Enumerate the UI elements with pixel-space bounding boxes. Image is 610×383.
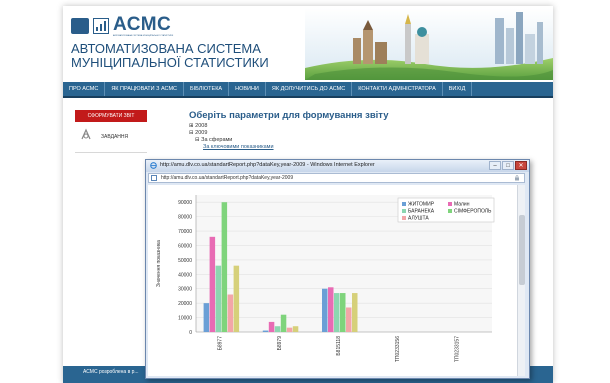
bar <box>346 307 352 332</box>
vertical-scrollbar[interactable] <box>517 185 525 376</box>
generate-report-button[interactable]: СФОРМУВАТИ ЗВІТ <box>75 110 147 122</box>
bar <box>233 265 240 332</box>
tree-node-2009[interactable]: ⊟ 2009 <box>189 130 549 137</box>
tree-node-2008[interactable]: ⊞ 2008 <box>189 123 549 130</box>
x-tick-label: ТП0233157 <box>454 336 460 362</box>
logo-subtitle: АВТОМАТИЗОВАНА СИСТЕМА МУНІЦИПАЛЬНОЇ СТА… <box>113 35 174 37</box>
bar <box>292 326 299 332</box>
nav-item-admin-contacts[interactable]: КОНТАКТИ АДМІНІСТРАТОРА <box>352 82 443 96</box>
popup-title: http://amu.dlv.co.ua/standartReport.php?… <box>160 162 375 168</box>
y-tick-label: 90000 <box>178 200 192 206</box>
x-tick-label: ТП0233156 <box>395 336 401 362</box>
popup-titlebar[interactable]: http://amu.dlv.co.ua/standartReport.php?… <box>146 160 529 172</box>
bar <box>215 265 222 332</box>
city-skyline-image <box>305 8 553 80</box>
y-tick-label: 20000 <box>178 301 192 307</box>
nav-item-how-to-join[interactable]: ЯК ДОЛУЧИТИСЬ ДО АСМС <box>266 82 353 96</box>
bar-chart: 0 10000 20000 30000 40000 50000 60000 70000 8000… <box>156 195 495 362</box>
bar <box>227 294 234 332</box>
minimize-button[interactable]: – <box>489 161 501 170</box>
legend-swatch <box>402 202 406 206</box>
bar <box>334 293 340 332</box>
legend-swatch <box>402 216 406 220</box>
y-tick-label: 80000 <box>178 215 192 221</box>
tree-node-key-indicators[interactable]: За ключовими показниками <box>189 144 549 151</box>
sidebar-item-tasks[interactable]: ЗАВДАННЯ <box>75 126 147 153</box>
y-tick-label: 10000 <box>178 316 192 322</box>
site-title-line-1: АВТОМАТИЗОВАНА СИСТЕМА <box>71 41 261 56</box>
nav-item-news[interactable]: НОВИНИ <box>229 82 266 96</box>
report-popup-window: http://amu.dlv.co.ua/standartReport.php?… <box>145 159 530 379</box>
y-tick-label: 40000 <box>178 272 192 278</box>
bar <box>209 236 216 332</box>
x-tick-label: Б815118 <box>336 336 342 356</box>
y-tick-label: 60000 <box>178 243 192 249</box>
nav-item-how-to-work[interactable]: ЯК ПРАЦЮВАТИ З АСМС <box>105 82 185 96</box>
legend-label: Малин <box>454 202 470 208</box>
bar <box>352 293 358 332</box>
legend-label: СІМФЕРОПОЛЬ <box>454 209 492 215</box>
bar <box>328 287 334 332</box>
tree-node-by-spheres[interactable]: ⊟ За сферами <box>189 137 549 144</box>
y-tick-label: 50000 <box>178 258 192 264</box>
page-title: Оберіть параметри для формування звіту <box>189 110 389 121</box>
site-title-line-2: МУНІЦИПАЛЬНОЇ СТАТИСТИКИ <box>71 55 269 70</box>
nav-item-library[interactable]: БІБЛІОТЕКА <box>184 82 230 96</box>
legend-label: БАРАНЕКА <box>408 209 435 215</box>
logo-text[interactable]: АСМС <box>113 14 171 36</box>
bar <box>280 314 287 332</box>
legend-label: ЖИТОМИР <box>408 202 435 208</box>
sidebar: СФОРМУВАТИ ЗВІТ ЗАВДАННЯ <box>75 110 147 180</box>
bar <box>274 326 281 332</box>
close-button[interactable]: ✕ <box>515 161 527 170</box>
params-tree: ⊞ 2008 ⊟ 2009 ⊟ За сферами За ключовими … <box>189 123 549 151</box>
x-tick-label: Б8977 <box>218 336 224 351</box>
ie-icon <box>150 162 157 169</box>
tasks-icon <box>81 128 91 140</box>
legend-swatch <box>448 202 452 206</box>
bar <box>322 288 328 332</box>
site-title: АВТОМАТИЗОВАНА СИСТЕМА МУНІЦИПАЛЬНОЇ СТА… <box>71 42 269 70</box>
bar <box>203 303 210 332</box>
bar <box>268 321 275 332</box>
main-nav: ПРО АСМС ЯК ПРАЦЮВАТИ З АСМС БІБЛІОТЕКА … <box>63 82 553 98</box>
nav-item-logout[interactable]: ВИХІД <box>443 82 473 96</box>
address-bar[interactable]: http://amu.dlv.co.ua/standartReport.php?… <box>148 173 525 183</box>
maximize-button[interactable]: □ <box>502 161 514 170</box>
page-icon <box>151 175 157 181</box>
address-text: http://amu.dlv.co.ua/standartReport.php?… <box>161 175 294 181</box>
bar <box>262 330 269 332</box>
bar <box>286 327 293 332</box>
logo-chart-icon <box>93 18 109 34</box>
header: АСМС АВТОМАТИЗОВАНА СИСТЕМА МУНІЦИПАЛЬНО… <box>63 6 553 82</box>
y-tick-label: 70000 <box>178 229 192 235</box>
window-controls: – □ ✕ <box>489 161 527 170</box>
x-tick-label: Б8979 <box>277 336 283 351</box>
logo-icon <box>71 18 89 34</box>
popup-content: 0 10000 20000 30000 40000 50000 60000 70000 8000… <box>148 185 525 376</box>
page-status-icon <box>515 175 519 181</box>
y-tick-label: 30000 <box>178 287 192 293</box>
footer-text: АСМС розроблена в р... <box>83 369 139 375</box>
y-axis-label: Значення показника <box>156 240 162 287</box>
legend-swatch <box>448 209 452 213</box>
bar <box>221 202 228 332</box>
legend-swatch <box>402 209 406 213</box>
sidebar-item-label: ЗАВДАННЯ <box>101 134 129 140</box>
nav-item-about[interactable]: ПРО АСМС <box>63 82 106 96</box>
bar <box>340 293 346 332</box>
y-tick-label: 0 <box>189 330 192 336</box>
report-params-panel: Оберіть параметри для формування звіту ⊞… <box>189 110 549 151</box>
scrollbar-thumb[interactable] <box>519 215 525 285</box>
legend-label: АЛУШТА <box>408 216 429 222</box>
